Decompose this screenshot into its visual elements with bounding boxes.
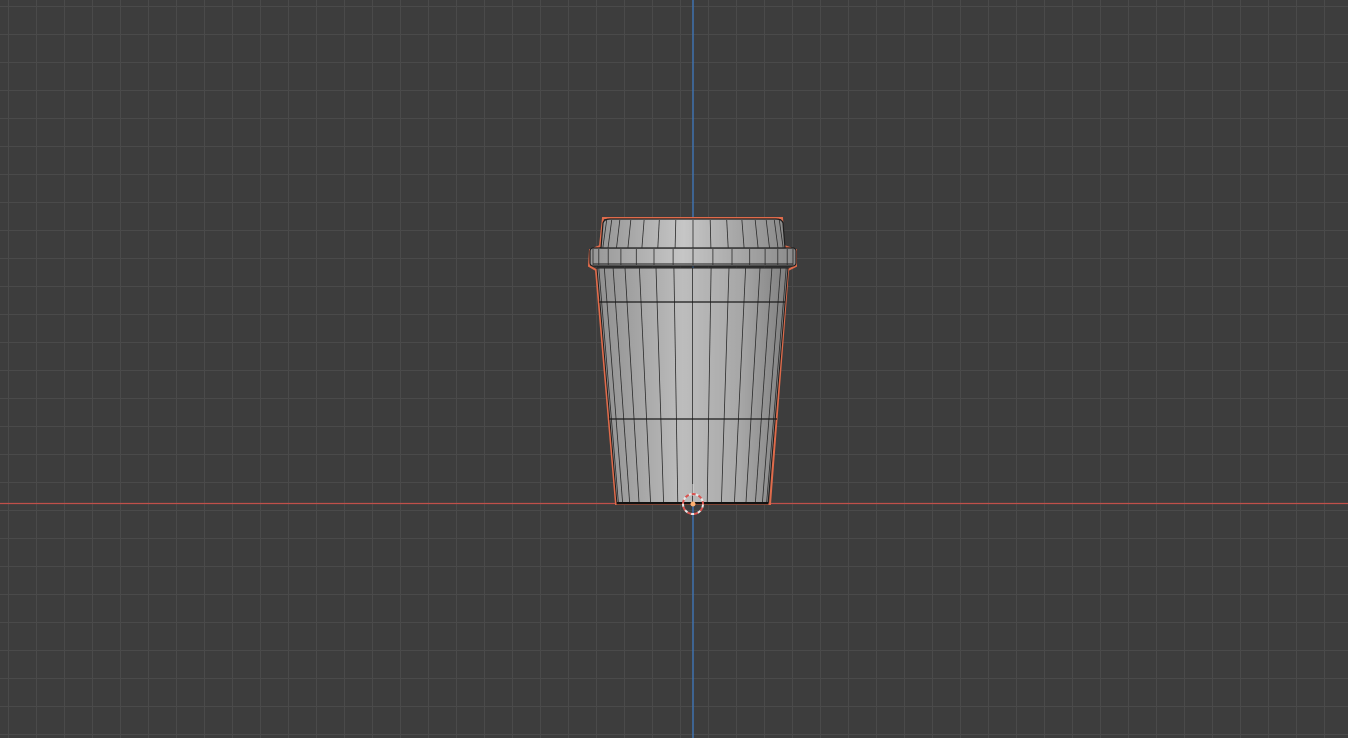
origin-dot — [690, 501, 696, 507]
coffee-cup-mesh[interactable] — [587, 217, 797, 505]
3d-viewport[interactable] — [0, 0, 1348, 738]
viewport-scene — [0, 0, 1348, 738]
